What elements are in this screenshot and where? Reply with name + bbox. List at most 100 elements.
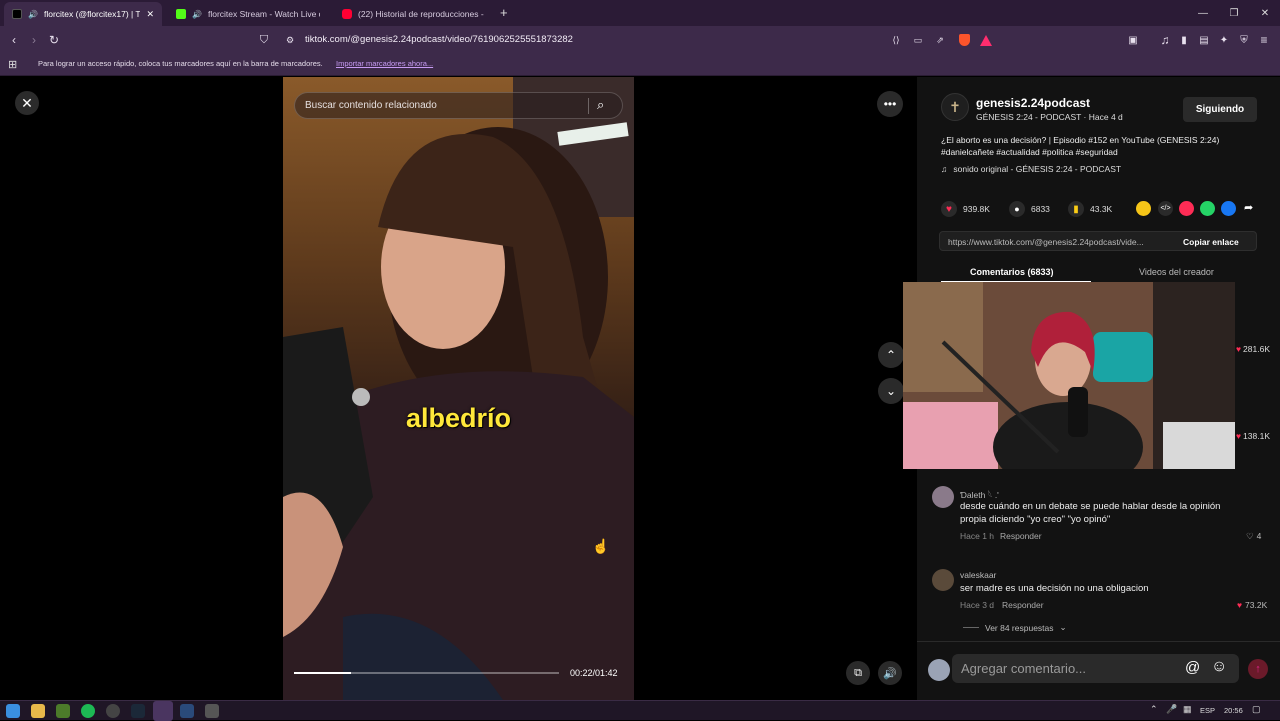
comment-like[interactable]: ♥ 73.2K [1237,600,1267,610]
windows-start-icon[interactable] [6,704,20,718]
view-replies-label: Ver 84 respuestas [985,622,1054,633]
forward-icon[interactable]: › [26,32,42,48]
save-stat[interactable]: ▮ 43.3K [1068,201,1112,217]
post-comment-button[interactable]: ↑ [1248,659,1268,679]
cursor-icon: ☝ [592,538,610,554]
restore-button[interactable]: ❐ [1218,0,1250,26]
leo-icon[interactable]: ✦ [1216,32,1232,48]
tab-bar: 🔊 florcitex (@florcitex17) | TikTo ✕ 🔊 f… [0,0,1280,26]
embed-icon[interactable]: </> [1158,201,1173,216]
copy-link-button[interactable]: Copiar enlace [1183,237,1239,247]
avatar[interactable] [932,569,954,591]
previous-video-button[interactable]: ⌃ [878,342,904,368]
reader-icon[interactable]: ▮ [1176,32,1192,48]
share-arrow-icon[interactable]: ➦ [1244,201,1253,214]
tab-youtube[interactable]: (22) Historial de reproducciones - Yo [334,2,494,26]
steam-icon[interactable] [131,704,145,718]
video-description: ¿El aborto es una decisión? | Episodio #… [941,135,1220,157]
sidebar-icon[interactable]: ▣ [1125,32,1141,48]
apps-grid-icon[interactable]: ⊞ [8,58,17,71]
music-icon[interactable]: ♫ [1157,32,1173,48]
comment-user[interactable]: valeskaar [960,570,996,580]
video-progress-track[interactable] [294,672,559,674]
view-replies[interactable]: Ver 84 respuestas ⌄ [963,622,1067,633]
notification-icon[interactable]: ▢ [1252,704,1261,715]
menu-icon[interactable]: ≡ [1256,32,1272,48]
network-icon[interactable]: ▦ [1183,704,1192,715]
tiktok-favicon-icon [12,9,22,19]
send-icon[interactable] [1179,201,1194,216]
import-bookmarks-link[interactable]: Importar marcadores ahora... [336,59,433,68]
facebook-icon[interactable] [1221,201,1236,216]
mention-icon[interactable]: @ [1185,659,1200,676]
comment-stat[interactable]: ● 6833 [1009,201,1050,217]
cast-icon[interactable]: ▭ [910,32,926,48]
following-button[interactable]: Siguiendo [1183,97,1257,122]
clock[interactable]: 20:56 [1224,706,1243,715]
minecraft-icon[interactable] [56,704,70,718]
site-info-icon[interactable]: ⚙ [282,32,298,48]
related-search-input[interactable]: Buscar contenido relacionado ⌕ [294,92,623,119]
new-tab-button[interactable]: + [500,5,508,20]
comment-like-count: 4 [1256,531,1262,541]
comment-user[interactable]: Ɗaleth 𓆩 .' [960,487,999,501]
video-caption: albedrío [405,403,512,433]
address-bar[interactable]: ⛉ ⚙ tiktok.com/@genesis2.24podcast/video… [252,29,1002,51]
back-icon[interactable]: ‹ [6,32,22,48]
comment-item: Ɗaleth 𓆩 .' desde cuándo en un debate se… [932,485,1267,545]
creator-username[interactable]: genesis2.24podcast [976,96,1090,110]
kick-favicon-icon [176,9,186,19]
mic-icon[interactable]: 🎤 [1166,704,1177,715]
steam-icon[interactable] [180,704,194,718]
more-options-icon[interactable]: ••• [877,91,903,117]
comment-input[interactable]: Agregar comentario... @ ☺ [952,654,1239,683]
app-icon[interactable] [205,704,219,718]
file-explorer-icon[interactable] [31,704,45,718]
tab-comments[interactable]: Comentarios (6833) [970,267,1054,277]
comment-text: desde cuándo en un debate se puede habla… [960,501,1221,525]
comment-bar-divider [917,641,1280,642]
tab-tiktok[interactable]: 🔊 florcitex (@florcitex17) | TikTo ✕ [4,2,162,26]
creator-avatar[interactable]: ✝ [941,93,969,121]
comment-like[interactable]: ♡ 4 [1246,531,1261,542]
wallet-icon[interactable]: ▤ [1196,32,1212,48]
reply-button[interactable]: Responder [1000,531,1042,541]
next-video-button[interactable]: ⌄ [878,378,904,404]
close-tab-icon[interactable]: ✕ [146,9,154,20]
reply-button[interactable]: Responder [1002,600,1044,610]
brave-shield-icon[interactable] [956,32,972,48]
minimize-button[interactable]: — [1187,0,1219,26]
video-time: 00:22/01:42 [570,668,618,678]
bookmark-icon[interactable]: ⛉ [256,32,272,48]
whatsapp-icon[interactable] [1200,201,1215,216]
side-like-count: 281.6K [1243,344,1270,354]
like-stat[interactable]: ♥ 939.8K [941,201,990,217]
tray-chevron-icon[interactable]: ⌃ [1150,704,1158,715]
tab-creator-videos[interactable]: Videos del creador [1139,267,1214,277]
side-like-1[interactable]: ♥ 281.6K [1236,344,1270,354]
speaker-icon: 🔊 [192,9,202,19]
vpn-icon[interactable]: ⛨ [1236,32,1252,48]
youtube-favicon-icon [342,9,352,19]
side-like-2[interactable]: ♥ 138.1K [1236,431,1270,441]
share-icon[interactable]: ⇗ [932,32,948,48]
volume-icon[interactable]: 🔊 [878,661,902,685]
comment-like-count: 73.2K [1245,600,1268,610]
brave-taskbar-icon[interactable] [153,701,173,721]
emoji-icon[interactable]: ☺ [1211,658,1227,676]
tab-kick[interactable]: 🔊 florcitex Stream - Watch Live on [168,2,328,26]
search-icon[interactable]: ⌕ [597,97,604,113]
brave-rewards-icon[interactable] [978,32,994,48]
video-player[interactable] [283,77,634,700]
close-window-button[interactable]: ✕ [1249,0,1280,26]
avatar[interactable] [932,486,954,508]
pip-icon[interactable]: ⧉ [846,661,870,685]
obs-icon[interactable] [106,704,120,718]
spotify-icon[interactable] [81,704,95,718]
reload-icon[interactable]: ↻ [46,32,62,48]
coin-icon[interactable] [1136,201,1151,216]
close-icon[interactable]: ✕ [15,91,39,115]
media-icon[interactable]: ⟨⟩ [888,32,904,48]
language-indicator[interactable]: ESP [1200,706,1215,715]
sound-row[interactable]: ♫ sonido original - GÉNESIS 2:24 - PODCA… [941,164,1121,174]
